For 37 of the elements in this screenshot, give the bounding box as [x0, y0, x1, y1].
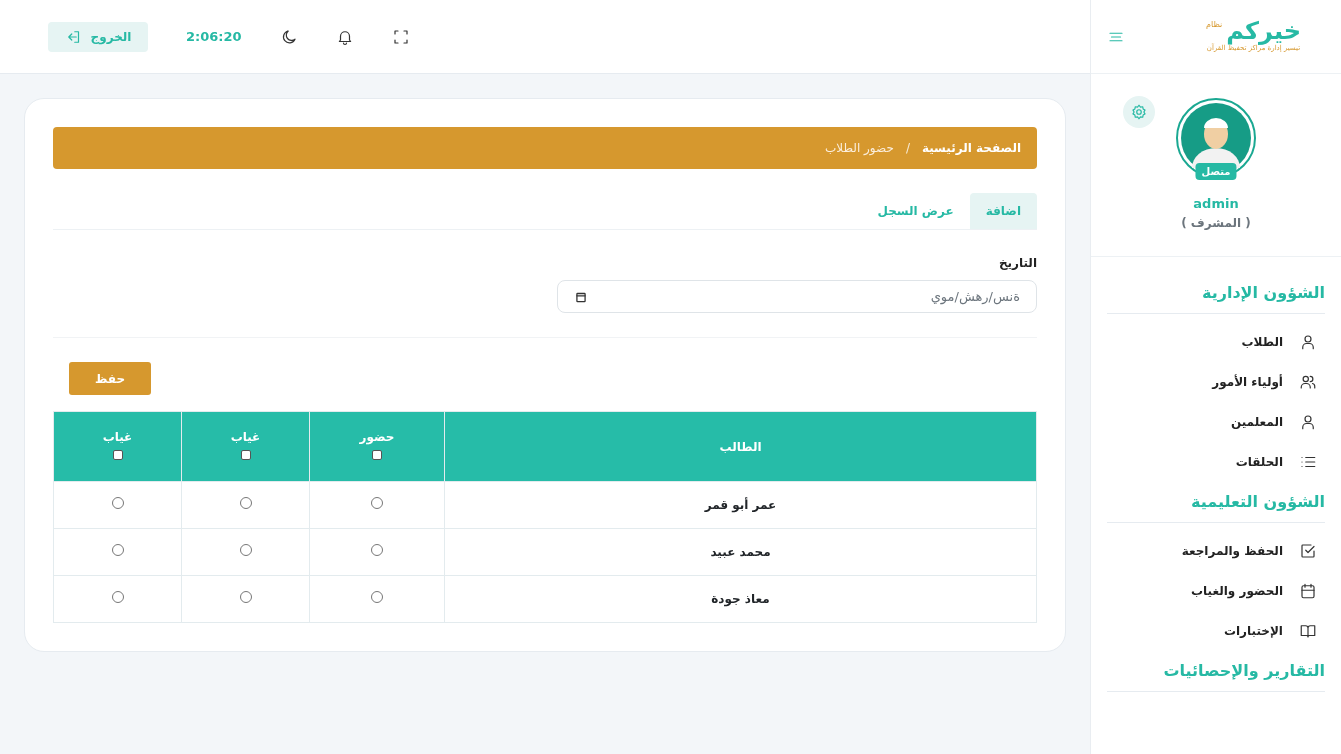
settings-button[interactable] — [1123, 96, 1155, 128]
sidebar-item[interactable]: الإختبارات — [1107, 610, 1325, 651]
breadcrumb-current: حضور الطلاب — [824, 140, 894, 157]
sidebar-item[interactable]: المعلمين — [1107, 401, 1325, 442]
checkbox-icon — [1299, 541, 1317, 560]
sidebar-item[interactable]: الحلقات — [1107, 441, 1325, 482]
sidebar-item[interactable]: الطلاب — [1107, 321, 1325, 362]
breadcrumb-separator: / — [905, 140, 910, 157]
field-label: التاريخ — [997, 255, 1037, 272]
column-header: غياب — [101, 429, 134, 446]
section-heading: الشؤون التعليمية — [1107, 489, 1325, 523]
username: admin — [1193, 195, 1239, 213]
date-field[interactable]: ةنس/رهش/موي — [557, 280, 1037, 313]
person-icon — [1299, 412, 1317, 431]
column-header: غياب — [229, 429, 262, 446]
sidebar-item[interactable]: أولياء الأمور — [1107, 361, 1325, 402]
section-heading: الشؤون الإدارية — [1107, 280, 1325, 314]
settings-icon — [1130, 103, 1148, 121]
clock: 2:06:20 — [186, 27, 242, 46]
calendar-icon — [1299, 581, 1317, 600]
section-heading: التقارير والإحصائيات — [1107, 658, 1325, 692]
select-all-checkbox[interactable] — [240, 450, 251, 460]
sidebar-item[interactable]: الحضور والغياب — [1107, 570, 1325, 611]
student-name: عمر أبو قمر — [704, 498, 777, 512]
column-header: الطالب — [718, 438, 763, 456]
logo-title: خيركم — [1226, 19, 1301, 44]
sidebar-item[interactable]: الحفظ والمراجعة — [1107, 530, 1325, 571]
select-all-checkbox[interactable] — [112, 450, 123, 460]
student-name: محمد عبيد — [710, 545, 771, 559]
status-badge: متصل — [1195, 163, 1237, 180]
user-role: ( المشرف ) — [1181, 214, 1251, 232]
student-name: معاذ جودة — [711, 592, 770, 606]
person-icon — [1299, 332, 1317, 351]
select-all-checkbox[interactable] — [372, 450, 382, 460]
fullscreen-icon — [391, 28, 410, 46]
column-header: حضور — [358, 429, 396, 446]
logo-subtitle: نظام — [1206, 19, 1223, 32]
